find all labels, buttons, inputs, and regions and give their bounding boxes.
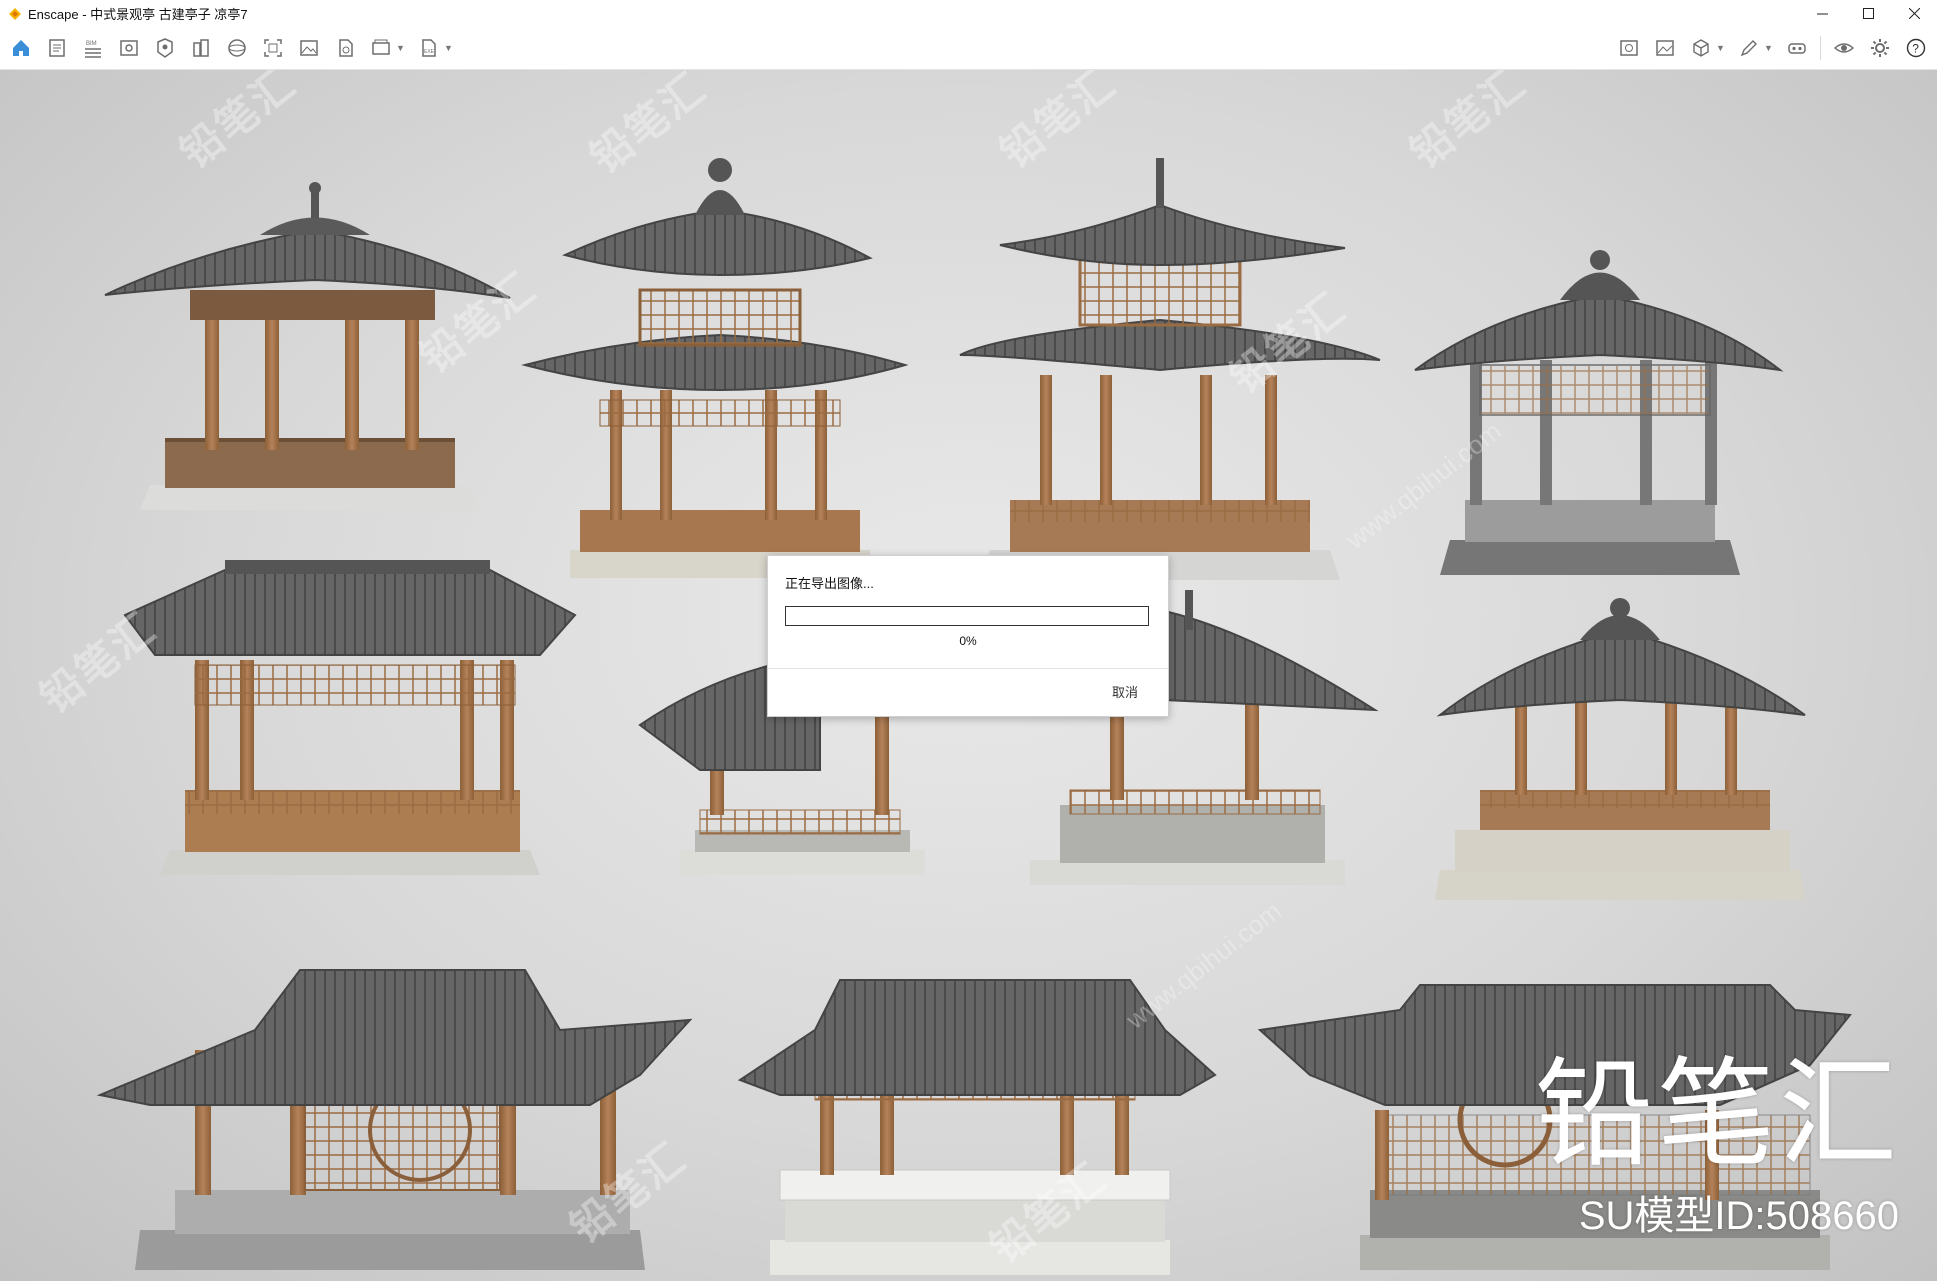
asset-library-icon (157, 38, 173, 58)
panorama-icon (228, 39, 246, 57)
export-progress-bar (785, 606, 1149, 626)
bim-icon: BIM (85, 41, 101, 58)
enscape-toolbar: BIM ▼ EXE ▼ ▼ ▼ ? (0, 27, 1937, 91)
cube-view-icon (1693, 39, 1709, 57)
maximize-button[interactable] (1845, 0, 1891, 27)
minimize-icon (1816, 13, 1828, 15)
building-icon (193, 39, 209, 57)
progress-percent-label: 0% (959, 634, 977, 648)
window-title: Enscape - 中式景观亭 古建亭子 凉亭7 (28, 7, 248, 22)
pavilion-3 (959, 158, 1381, 580)
minimize-button[interactable] (1799, 0, 1845, 27)
pavilion-4 (1414, 250, 1784, 575)
building-button[interactable] (188, 35, 214, 61)
toolbar-right-group: ▼ ▼ ? (1616, 35, 1929, 61)
image-button[interactable] (296, 35, 322, 61)
vr-headset-icon (1788, 43, 1806, 54)
exe-export-dropdown-icon[interactable]: ▼ (444, 43, 454, 53)
pencil-dropdown-icon[interactable]: ▼ (1764, 43, 1774, 53)
home-button[interactable] (8, 35, 34, 61)
material-button[interactable] (1616, 35, 1642, 61)
vr-headset-button[interactable] (1784, 35, 1810, 61)
export-progress-dialog: 正在导出图像... 0% 取消 (767, 555, 1169, 717)
pavilion-8 (1435, 598, 1806, 900)
help-button[interactable]: ? (1903, 35, 1929, 61)
settings-icon (1871, 39, 1889, 57)
dialog-message: 正在导出图像... (785, 576, 874, 591)
cube-view-button[interactable] (1688, 35, 1714, 61)
visual-settings-icon (1656, 40, 1674, 56)
export-icon (339, 39, 353, 57)
eye-icon (1833, 43, 1855, 53)
cancel-button[interactable]: 取消 (1112, 682, 1138, 701)
panorama-button[interactable] (224, 35, 250, 61)
cube-view-dropdown-icon[interactable]: ▼ (1716, 43, 1726, 53)
settings-button[interactable] (1867, 35, 1893, 61)
export-button[interactable] (332, 35, 358, 61)
title-bar: Enscape - 中式景观亭 古建亭子 凉亭7 (0, 0, 1937, 27)
pavilion-5 (123, 560, 577, 875)
close-icon (1908, 8, 1920, 19)
pencil-icon (1740, 40, 1757, 57)
notes-button[interactable] (44, 35, 70, 61)
help-icon: ? (1906, 38, 1926, 58)
image-icon (300, 40, 318, 56)
window-controls (1799, 0, 1937, 27)
batch-render-button[interactable] (368, 35, 394, 61)
pavilion-2 (521, 158, 909, 578)
svg-text:BIM: BIM (86, 41, 97, 47)
toolbar-separator (1820, 36, 1821, 60)
maximize-icon (1862, 8, 1874, 19)
bim-button[interactable]: BIM (80, 35, 106, 61)
exe-export-icon: EXE (422, 39, 436, 57)
batch-render-dropdown-icon[interactable]: ▼ (396, 43, 406, 53)
batch-render-icon (372, 39, 390, 55)
notes-icon (49, 39, 65, 57)
material-icon (1620, 40, 1638, 56)
svg-text:?: ? (1912, 42, 1919, 56)
model-id-label: SU模型ID:508660 (1578, 1194, 1899, 1238)
exe-export-button[interactable]: EXE (416, 35, 442, 61)
brand-watermark: 铅笔汇 (1534, 1049, 1901, 1181)
view-icon (120, 40, 138, 56)
eye-button[interactable] (1831, 35, 1857, 61)
visual-settings-button[interactable] (1652, 35, 1678, 61)
close-button[interactable] (1891, 0, 1937, 27)
svg-text:EXE: EXE (424, 49, 435, 55)
asset-library-button[interactable] (152, 35, 178, 61)
toolbar-left-group: BIM ▼ EXE ▼ (8, 35, 454, 61)
view-button[interactable] (116, 35, 142, 61)
enscape-logo-icon (9, 7, 21, 20)
screenshot-icon (264, 39, 282, 57)
screenshot-button[interactable] (260, 35, 286, 61)
dialog-divider (768, 668, 1168, 669)
pencil-button[interactable] (1736, 35, 1762, 61)
home-icon (13, 40, 29, 56)
